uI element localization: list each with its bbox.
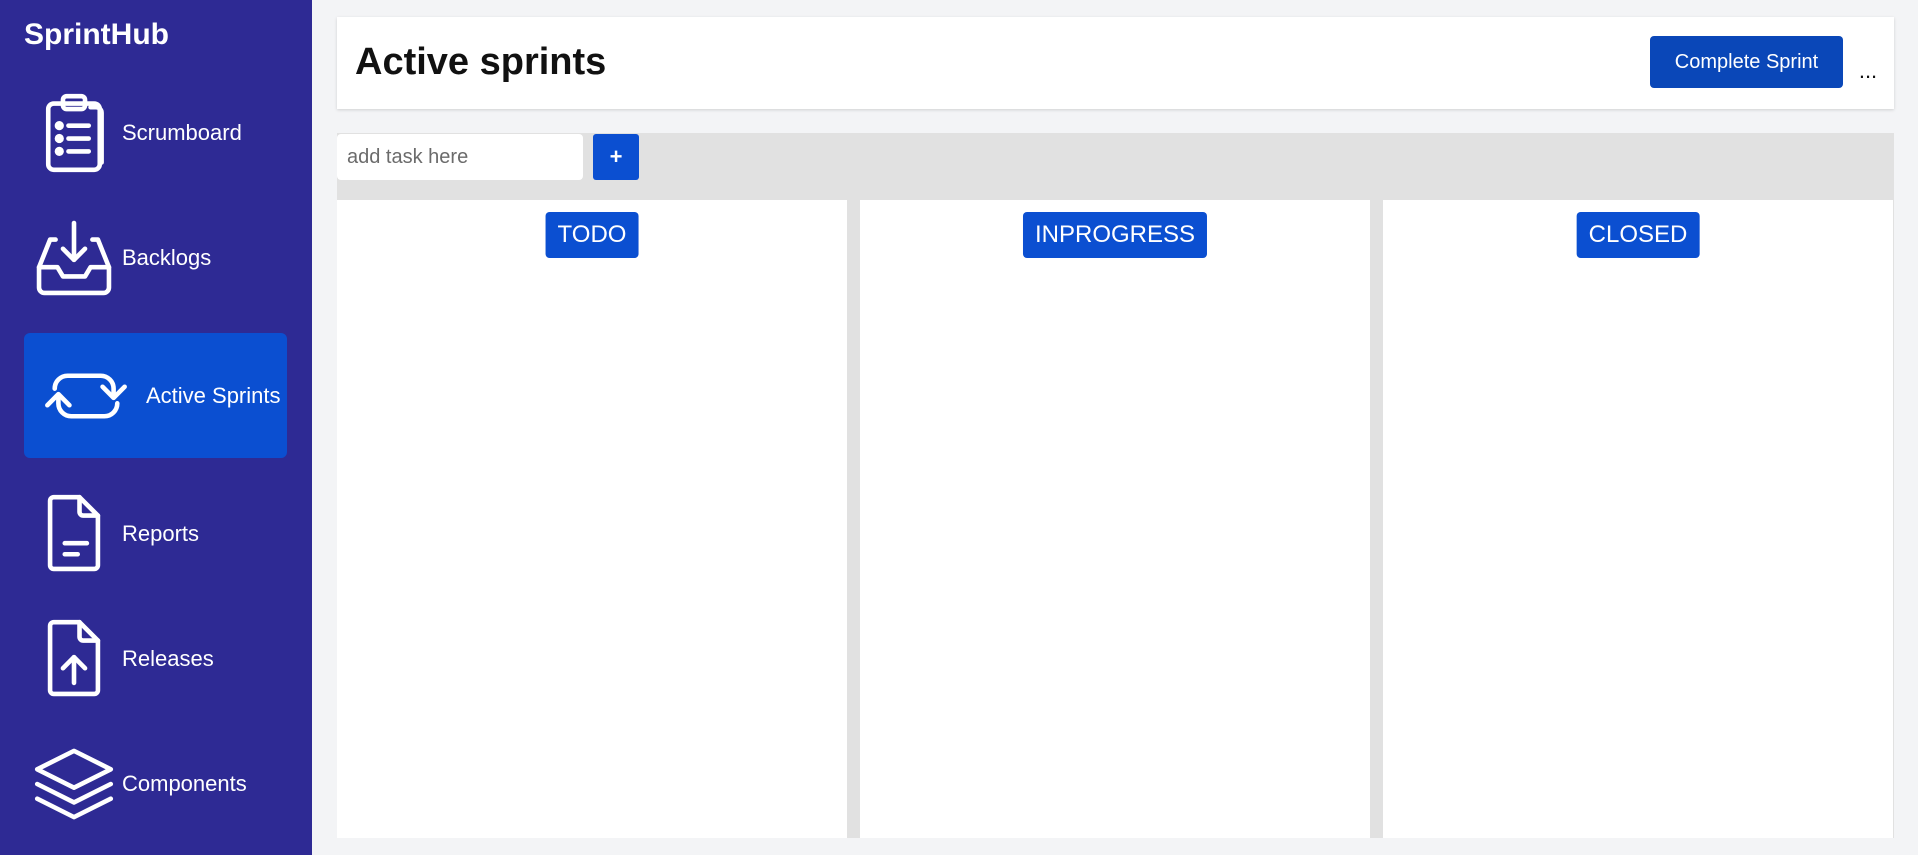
add-task-input[interactable]	[337, 134, 583, 180]
column-header-closed: CLOSED	[1576, 212, 1700, 258]
more-options-button[interactable]: ...	[1853, 59, 1883, 83]
sidebar-item-label: Backlogs	[122, 244, 212, 270]
document-upload-icon	[24, 609, 124, 709]
sidebar-item-label: Reports	[122, 520, 200, 546]
sidebar-item-components[interactable]: Components	[24, 721, 287, 846]
document-text-icon	[24, 484, 124, 584]
brand-logo: SprintHub	[24, 18, 169, 51]
column-closed[interactable]: CLOSED	[1383, 200, 1893, 838]
page-title: Active sprints	[355, 41, 607, 83]
column-inprogress[interactable]: INPROGRESS	[860, 200, 1370, 838]
refresh-icon	[36, 346, 136, 446]
complete-sprint-button[interactable]: Complete Sprint	[1650, 36, 1843, 88]
sidebar-item-reports[interactable]: Reports	[24, 471, 287, 596]
inbox-download-icon	[24, 208, 124, 308]
add-task-button[interactable]: +	[593, 134, 639, 180]
sidebar: SprintHub Scrumboard Backlogs Active Spr…	[0, 0, 312, 855]
page-header: Active sprints Complete Sprint ...	[337, 17, 1894, 109]
sprint-board: + TODO INPROGRESS CLOSED	[337, 133, 1894, 838]
sidebar-item-active-sprints[interactable]: Active Sprints	[24, 333, 287, 458]
sidebar-item-releases[interactable]: Releases	[24, 596, 287, 721]
column-header-todo: TODO	[545, 212, 639, 258]
clipboard-list-icon	[24, 83, 124, 183]
sidebar-item-label: Components	[122, 770, 247, 796]
stack-layers-icon	[24, 734, 124, 834]
column-header-inprogress: INPROGRESS	[1022, 212, 1208, 258]
sidebar-item-label: Scrumboard	[122, 119, 242, 145]
sidebar-item-label: Releases	[122, 645, 214, 671]
sidebar-item-scrumboard[interactable]: Scrumboard	[24, 70, 287, 195]
sidebar-item-label: Active Sprints	[146, 382, 281, 408]
sidebar-item-backlogs[interactable]: Backlogs	[24, 195, 287, 320]
column-todo[interactable]: TODO	[337, 200, 847, 838]
